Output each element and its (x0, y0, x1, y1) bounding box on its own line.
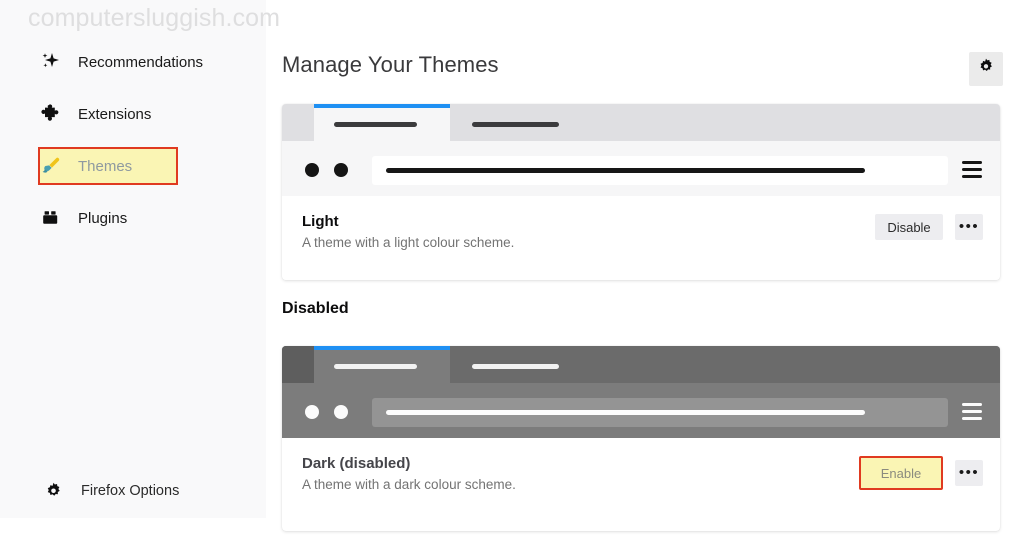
preview-hamburger-icon (962, 403, 982, 420)
preview-forward-dot (334, 163, 348, 177)
preview-forward-dot (334, 405, 348, 419)
preview-corner (282, 104, 314, 141)
theme-preview (282, 346, 1000, 438)
preview-back-dot (305, 163, 319, 177)
theme-actions: Disable ••• (875, 214, 983, 240)
preview-back-dot (305, 405, 319, 419)
preview-tab-title-line (472, 122, 559, 127)
sidebar-item-label: Themes (78, 157, 133, 175)
sparkle-icon (40, 51, 62, 73)
preview-tab-title-line (472, 364, 559, 369)
section-heading-disabled: Disabled (282, 300, 349, 317)
sidebar-item-themes[interactable]: Themes (0, 147, 266, 185)
sidebar-item-extensions[interactable]: Extensions (0, 96, 266, 132)
sidebar-item-label: Firefox Options (81, 483, 180, 499)
preview-tab-title-line (334, 364, 417, 369)
page-title: Manage Your Themes (282, 52, 499, 77)
sidebar-item-plugins[interactable]: Plugins (0, 200, 266, 236)
sidebar: Recommendations Extensions Themes Plugin… (0, 0, 266, 518)
settings-button[interactable] (969, 52, 1003, 86)
paintbrush-icon (40, 155, 62, 177)
theme-actions: Enable ••• (859, 456, 983, 490)
more-options-button[interactable]: ••• (955, 214, 983, 240)
preview-toolbar (282, 383, 1000, 438)
disable-theme-button[interactable]: Disable (875, 214, 943, 240)
sidebar-item-label: Extensions (78, 105, 152, 123)
preview-tabstrip (282, 104, 1000, 141)
sidebar-item-label: Recommendations (78, 53, 204, 71)
preview-tab-title-line (334, 122, 417, 127)
site-watermark: computersluggish.com (28, 4, 281, 32)
addons-manager-window: computersluggish.com Recommendations Ext… (0, 0, 1024, 555)
plugin-block-icon (40, 207, 62, 229)
theme-info: Light A theme with a light colour scheme… (282, 196, 1000, 280)
enable-theme-button[interactable]: Enable (859, 456, 943, 490)
more-options-button[interactable]: ••• (955, 460, 983, 486)
gear-icon (976, 57, 996, 82)
main-content: Manage Your Themes Light A theme with a … (266, 0, 1024, 555)
theme-card-light[interactable]: Light A theme with a light colour scheme… (282, 104, 1000, 280)
preview-url-text-line (386, 168, 865, 173)
sidebar-item-label: Plugins (78, 209, 128, 227)
gear-icon (42, 480, 64, 502)
theme-preview (282, 104, 1000, 196)
preview-corner (282, 346, 314, 383)
preview-hamburger-icon (962, 161, 982, 178)
sidebar-item-recommendations[interactable]: Recommendations (0, 44, 266, 80)
puzzle-piece-icon (40, 103, 62, 125)
preview-tabstrip (282, 346, 1000, 383)
theme-info: Dark (disabled) A theme with a dark colo… (282, 438, 1000, 522)
preview-url-text-line (386, 410, 865, 415)
preview-toolbar (282, 141, 1000, 196)
theme-card-dark[interactable]: Dark (disabled) A theme with a dark colo… (282, 346, 1000, 531)
sidebar-item-firefox-options[interactable]: Firefox Options (0, 474, 179, 508)
